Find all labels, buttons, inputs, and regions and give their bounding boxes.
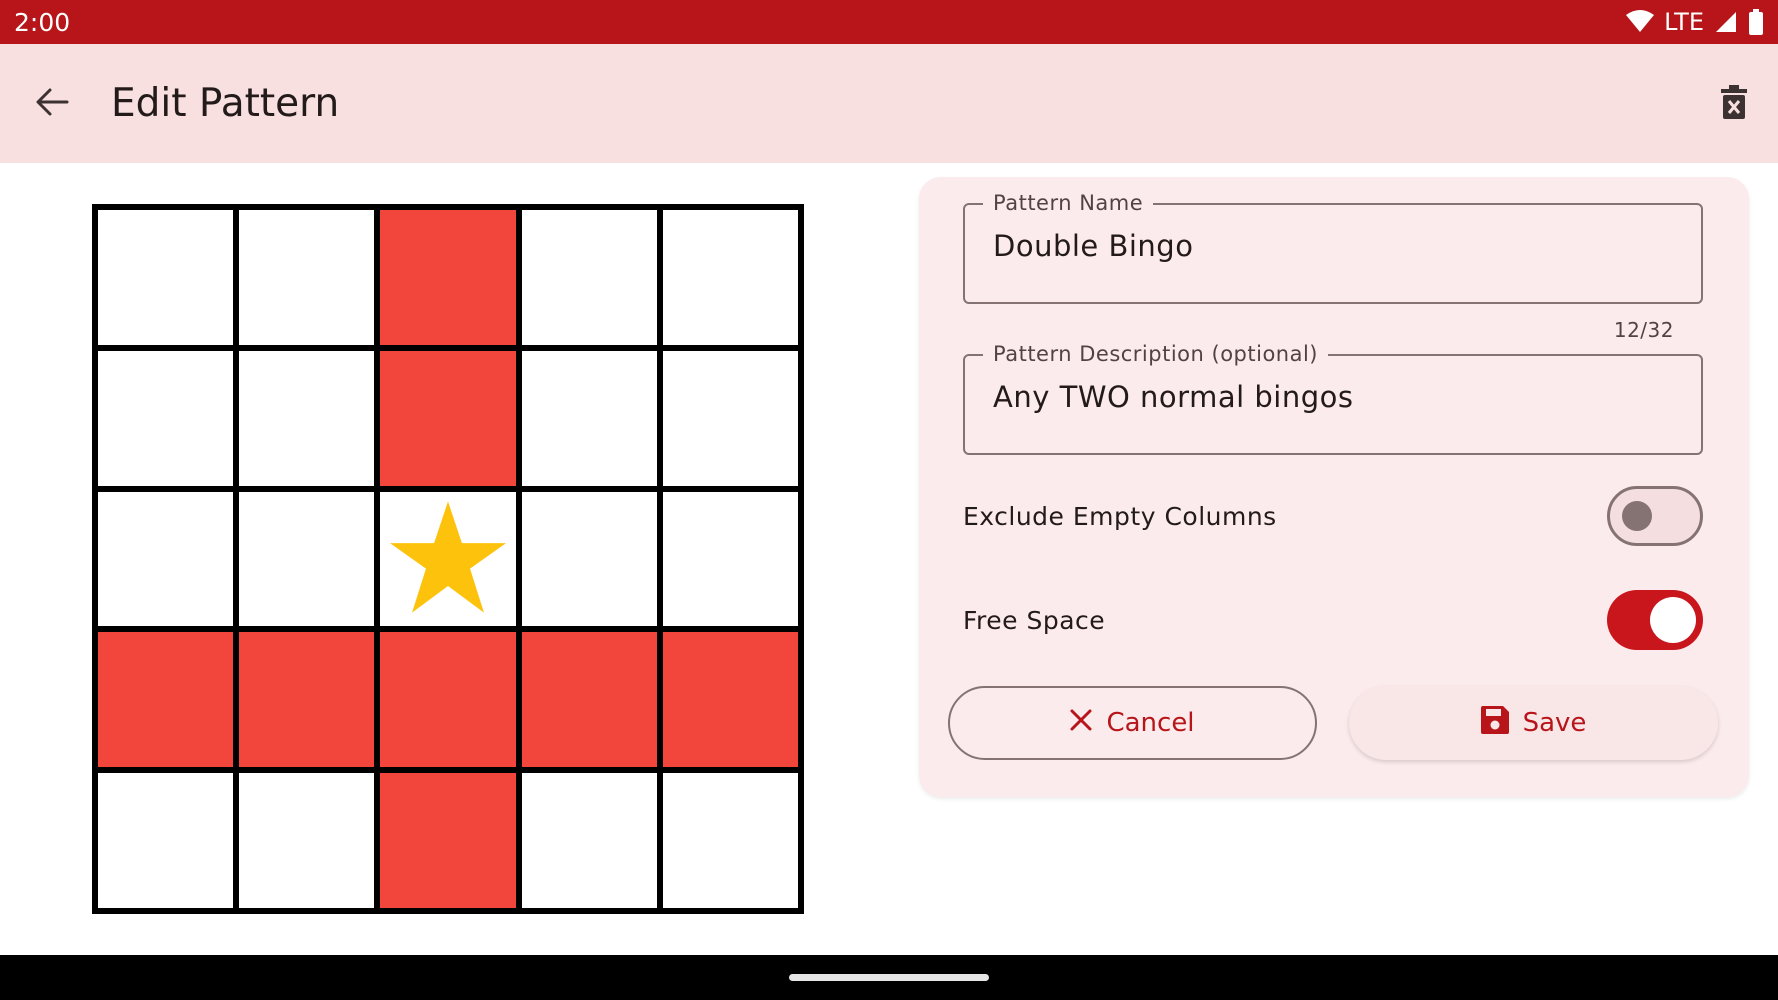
save-label: Save xyxy=(1522,708,1587,738)
grid-cell[interactable] xyxy=(98,350,234,486)
cancel-button[interactable]: Cancel xyxy=(948,686,1317,760)
free-space-label: Free Space xyxy=(963,605,1106,635)
close-icon xyxy=(1070,708,1092,738)
cancel-label: Cancel xyxy=(1106,708,1195,738)
battery-icon xyxy=(1748,9,1764,35)
grid-cell[interactable] xyxy=(239,491,375,627)
exclude-empty-columns-label: Exclude Empty Columns xyxy=(963,501,1277,531)
grid-cell[interactable] xyxy=(239,773,375,908)
grid-cell[interactable] xyxy=(98,773,234,908)
grid-cell[interactable] xyxy=(239,632,375,768)
signal-icon xyxy=(1714,10,1738,34)
grid-cell[interactable] xyxy=(380,632,516,768)
grid-cell[interactable] xyxy=(98,632,234,768)
delete-pattern-icon xyxy=(1721,85,1747,123)
grid-cell[interactable] xyxy=(98,491,234,627)
pattern-description-input[interactable] xyxy=(993,380,1683,414)
grid-cell[interactable] xyxy=(239,350,375,486)
grid-cell[interactable] xyxy=(380,350,516,486)
status-bar: 2:00 LTE xyxy=(0,0,1778,44)
pattern-name-counter: 12/32 xyxy=(1613,318,1674,342)
pattern-name-input[interactable] xyxy=(993,229,1683,263)
grid-cell-free-space[interactable] xyxy=(380,491,516,627)
pattern-name-field[interactable]: Pattern Name xyxy=(963,190,1703,304)
grid-cell[interactable] xyxy=(380,210,516,345)
network-label: LTE xyxy=(1664,8,1704,36)
navigation-bar xyxy=(0,955,1778,1000)
pattern-grid xyxy=(92,204,804,914)
grid-cell[interactable] xyxy=(239,210,375,345)
grid-cell[interactable] xyxy=(521,491,657,627)
switch-knob xyxy=(1622,501,1652,531)
status-time: 2:00 xyxy=(14,7,71,37)
status-icons: LTE xyxy=(1626,8,1764,36)
grid-cell[interactable] xyxy=(662,491,798,627)
switch-knob xyxy=(1650,597,1696,643)
grid-cell[interactable] xyxy=(98,210,234,345)
page-title: Edit Pattern xyxy=(111,81,340,126)
arrow-left-icon xyxy=(35,87,69,121)
grid-cell[interactable] xyxy=(521,350,657,486)
pattern-description-field[interactable]: Pattern Description (optional) xyxy=(963,341,1703,455)
delete-pattern-button[interactable] xyxy=(1710,80,1758,128)
grid-cell[interactable] xyxy=(662,773,798,908)
exclude-empty-columns-row: Exclude Empty Columns xyxy=(963,486,1703,546)
home-gesture-handle[interactable] xyxy=(789,974,989,981)
star-icon xyxy=(389,501,506,617)
pattern-description-label: Pattern Description (optional) xyxy=(983,341,1328,367)
grid-cell[interactable] xyxy=(662,350,798,486)
pattern-form-card: Pattern Name 12/32 Pattern Description (… xyxy=(919,177,1749,797)
grid-cell[interactable] xyxy=(521,632,657,768)
save-button[interactable]: Save xyxy=(1349,686,1718,760)
app-bar: Edit Pattern xyxy=(0,44,1778,163)
pattern-name-label: Pattern Name xyxy=(983,190,1154,216)
grid-cell[interactable] xyxy=(521,773,657,908)
floppy-disk-icon xyxy=(1480,705,1509,741)
free-space-switch[interactable] xyxy=(1607,590,1703,650)
grid-cell[interactable] xyxy=(662,210,798,345)
free-space-row: Free Space xyxy=(963,590,1703,650)
back-button[interactable] xyxy=(26,80,78,128)
exclude-empty-columns-switch[interactable] xyxy=(1607,486,1703,546)
wifi-icon xyxy=(1626,10,1655,34)
grid-cell[interactable] xyxy=(521,210,657,345)
grid-cell[interactable] xyxy=(662,632,798,768)
grid-cell[interactable] xyxy=(380,773,516,908)
